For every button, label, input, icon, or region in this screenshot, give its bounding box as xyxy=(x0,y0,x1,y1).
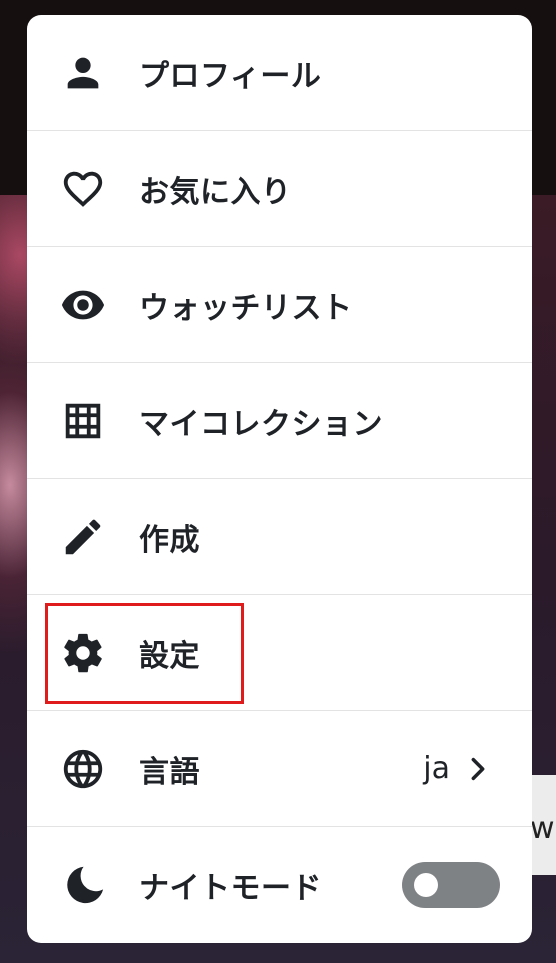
language-value: ja xyxy=(423,751,450,786)
menu-item-label: マイコレクション xyxy=(139,406,383,442)
menu-item-night-mode: ナイトモード xyxy=(27,827,532,943)
settings-highlight-box xyxy=(45,603,244,704)
eye-icon xyxy=(59,281,107,329)
menu-item-label: 作成 xyxy=(139,522,200,558)
user-menu: プロフィール お気に入り ウォッチリスト マイコレクション 作成 設定 言語 j… xyxy=(27,15,532,943)
heart-icon xyxy=(59,165,107,213)
night-mode-toggle[interactable] xyxy=(402,862,500,908)
menu-item-language[interactable]: 言語 ja xyxy=(27,711,532,827)
globe-icon xyxy=(59,745,107,793)
menu-item-label: ウォッチリスト xyxy=(139,290,353,326)
pencil-icon xyxy=(59,513,107,561)
toggle-knob xyxy=(414,873,438,897)
menu-item-favorites[interactable]: お気に入り xyxy=(27,131,532,247)
menu-item-label: プロフィール xyxy=(139,58,322,94)
grid-icon xyxy=(59,397,107,445)
menu-item-my-collection[interactable]: マイコレクション xyxy=(27,363,532,479)
menu-item-label: お気に入り xyxy=(139,174,292,210)
menu-item-watchlist[interactable]: ウォッチリスト xyxy=(27,247,532,363)
background-card-text: w xyxy=(530,811,555,846)
menu-item-create[interactable]: 作成 xyxy=(27,479,532,595)
menu-item-label: 言語 xyxy=(139,754,200,790)
chevron-right-icon xyxy=(471,757,485,780)
menu-item-profile[interactable]: プロフィール xyxy=(27,15,532,131)
menu-item-label: ナイトモード xyxy=(139,871,322,906)
moon-icon xyxy=(59,861,107,909)
person-icon xyxy=(59,49,107,97)
